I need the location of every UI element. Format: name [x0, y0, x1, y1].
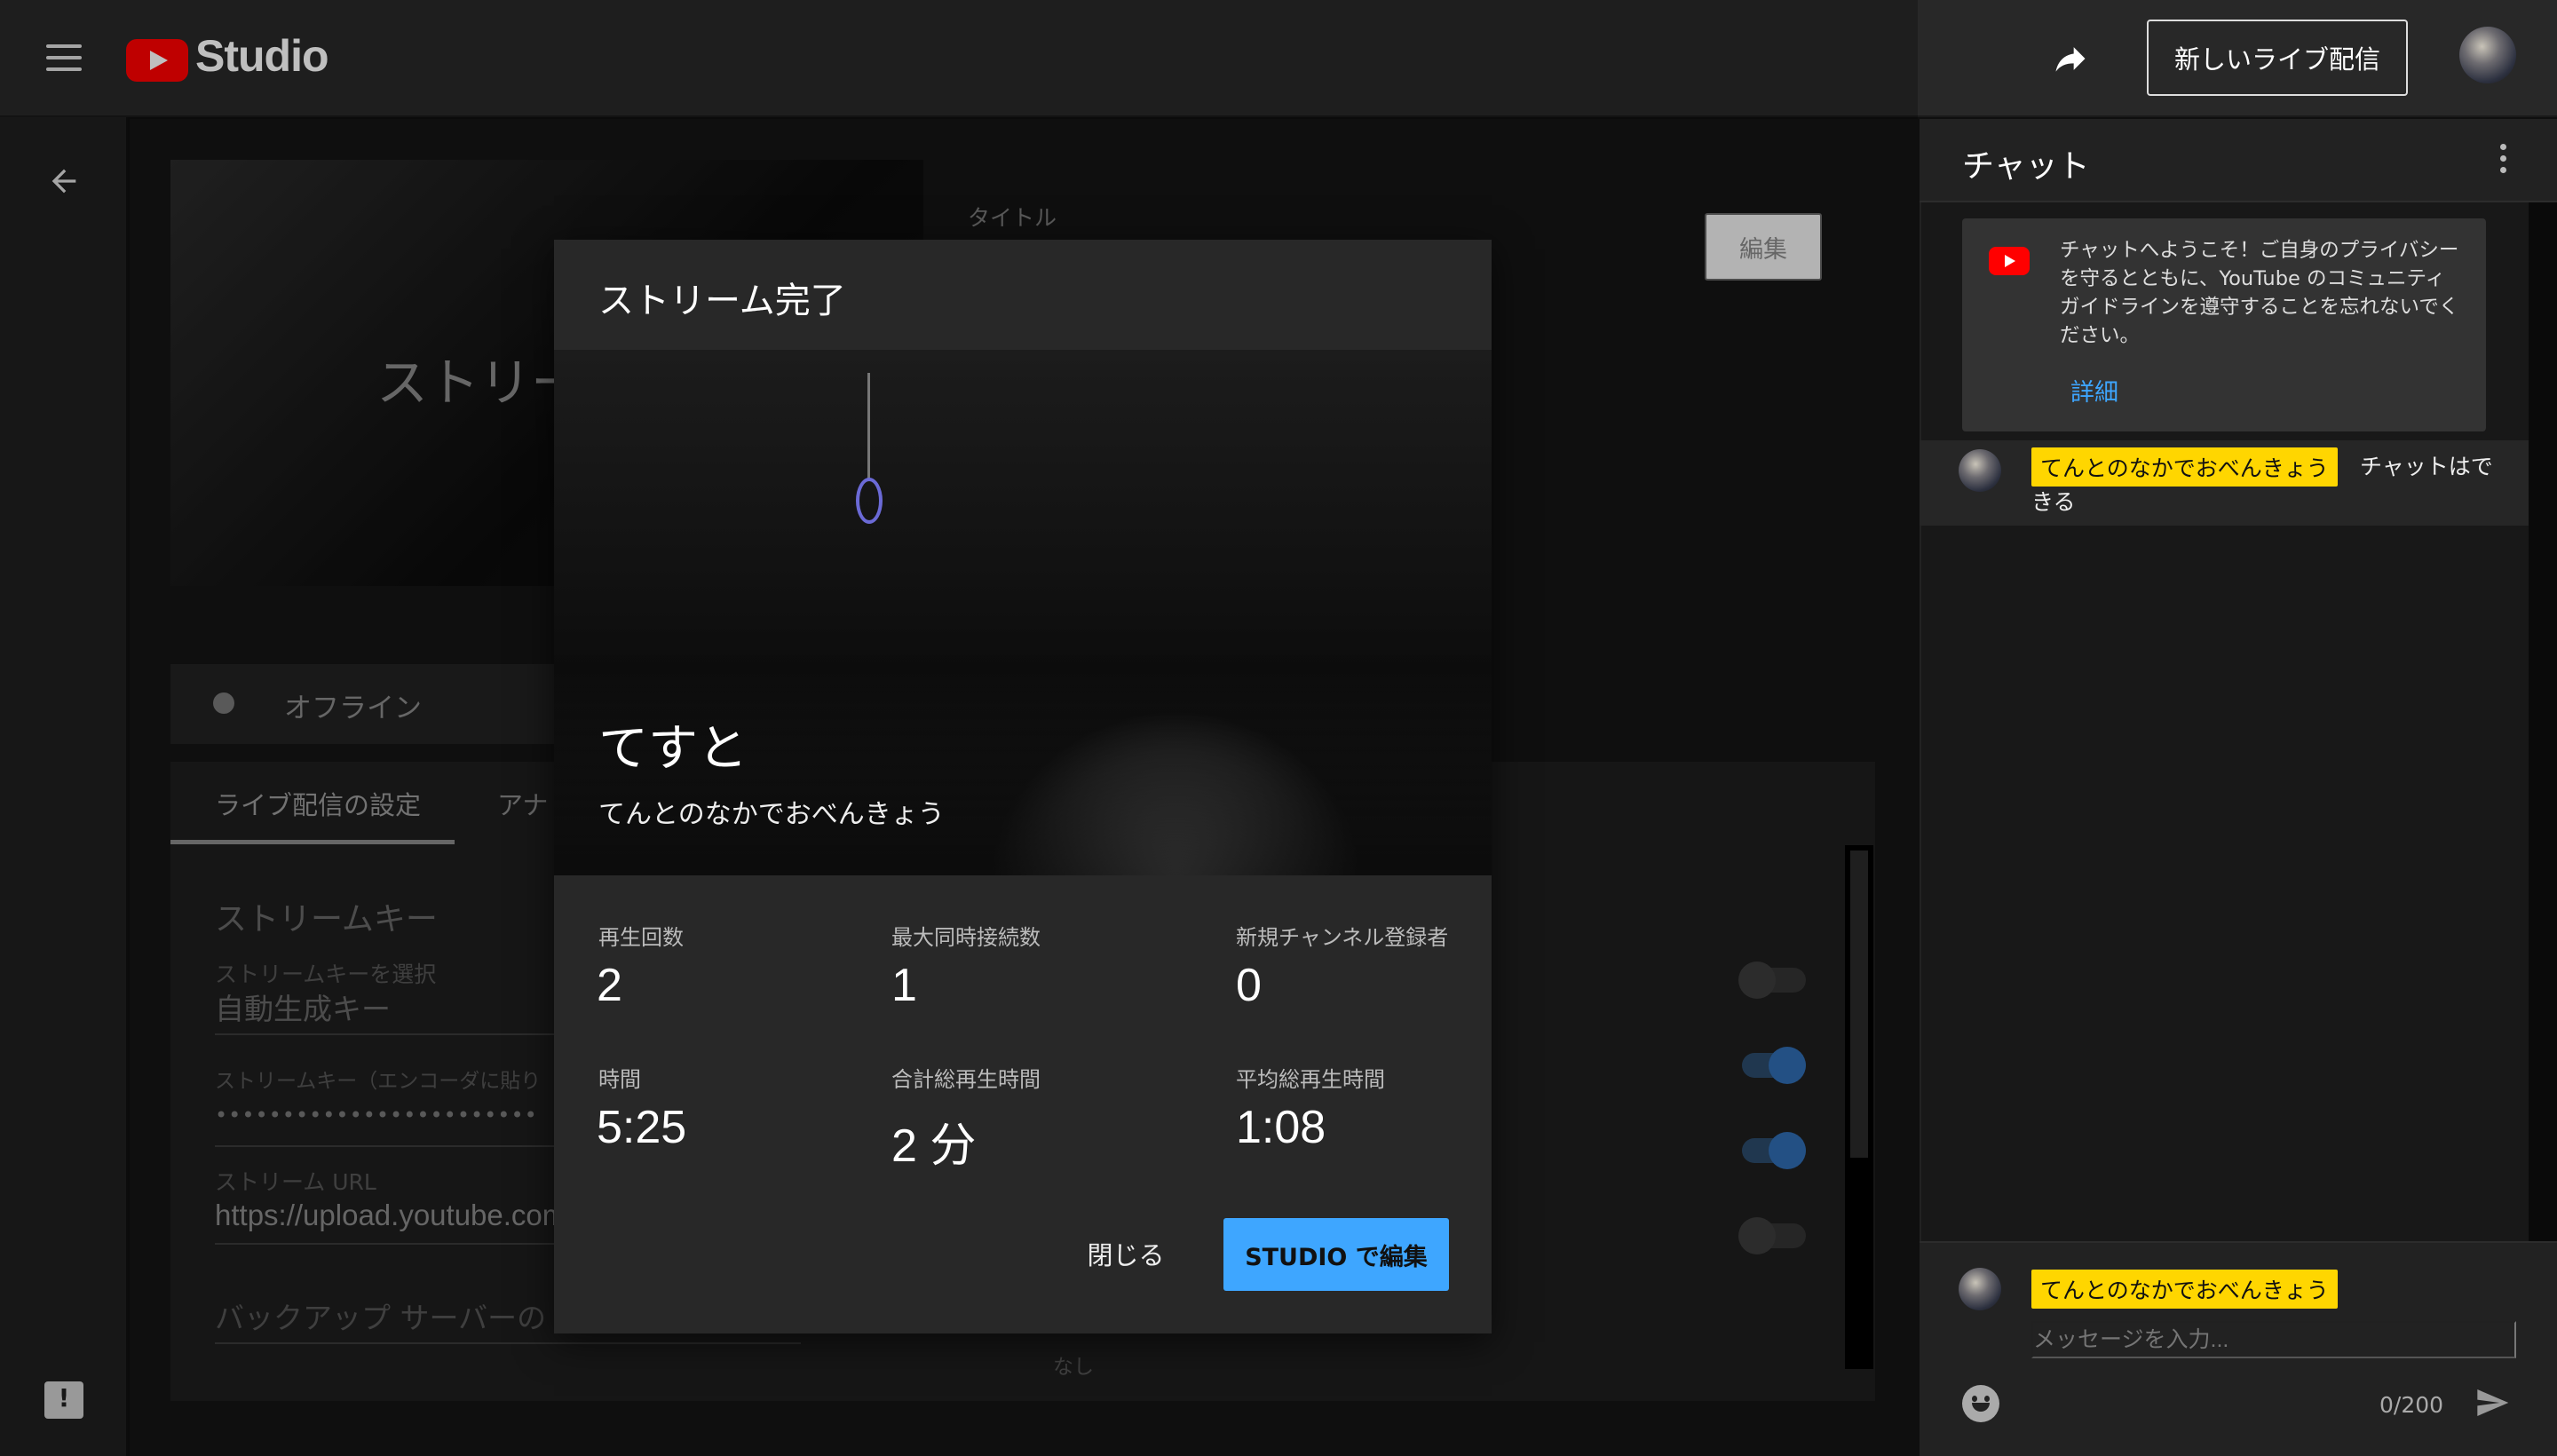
avatar	[1959, 1268, 2001, 1310]
stat-avg-watch-time-value: 1:08	[1236, 1102, 1326, 1153]
chat-message-author[interactable]: てんとのなかでおべんきょう	[2031, 447, 2338, 487]
chat-input-author: てんとのなかでおべんきょう	[2031, 1270, 2338, 1309]
edit-in-studio-button[interactable]: STUDIO で編集	[1223, 1218, 1449, 1291]
new-live-stream-button[interactable]: 新しいライブ配信	[2147, 20, 2408, 96]
stat-watch-time-label: 合計総再生時間	[891, 1067, 1041, 1092]
account-avatar[interactable]	[2459, 27, 2516, 83]
chat-message-input[interactable]	[2031, 1321, 2516, 1358]
more-options-icon[interactable]	[2500, 144, 2509, 179]
avatar[interactable]	[1959, 449, 2001, 492]
chat-scrollbar[interactable]	[2529, 202, 2557, 1241]
learn-more-link[interactable]: 詳細	[2070, 373, 2118, 408]
close-button[interactable]: 閉じる	[1073, 1220, 1179, 1287]
youtube-logo-icon	[1989, 247, 2030, 275]
stat-views-label: 再生回数	[598, 925, 684, 950]
chat-title: チャット	[1962, 148, 2090, 185]
stat-duration-value: 5:25	[597, 1102, 687, 1153]
share-icon[interactable]	[2049, 39, 2092, 78]
stat-views-value: 2	[597, 960, 622, 1011]
stat-watch-time-value: 2 分	[891, 1120, 977, 1172]
character-count: 0/200	[2379, 1392, 2444, 1418]
stat-new-subscribers-value: 0	[1236, 960, 1262, 1011]
stat-new-subscribers-label: 新規チャンネル登録者	[1236, 925, 1449, 950]
video-title: てすと	[598, 720, 748, 778]
dialog-title: ストリーム完了	[598, 281, 846, 321]
stat-avg-watch-time-label: 平均総再生時間	[1236, 1067, 1385, 1092]
stat-peak-concurrent-value: 1	[891, 960, 917, 1011]
emoji-icon[interactable]	[1962, 1385, 1999, 1422]
send-icon[interactable]	[2472, 1385, 2513, 1420]
chat-welcome-text: チャットへようこそ！ご自身のプライバシーを守るとともに、YouTube のコミュ…	[2060, 239, 2459, 347]
channel-name: てんとのなかでおべんきょう	[598, 799, 945, 830]
stat-peak-concurrent-label: 最大同時接続数	[891, 925, 1041, 950]
stat-duration-label: 時間	[598, 1067, 641, 1092]
